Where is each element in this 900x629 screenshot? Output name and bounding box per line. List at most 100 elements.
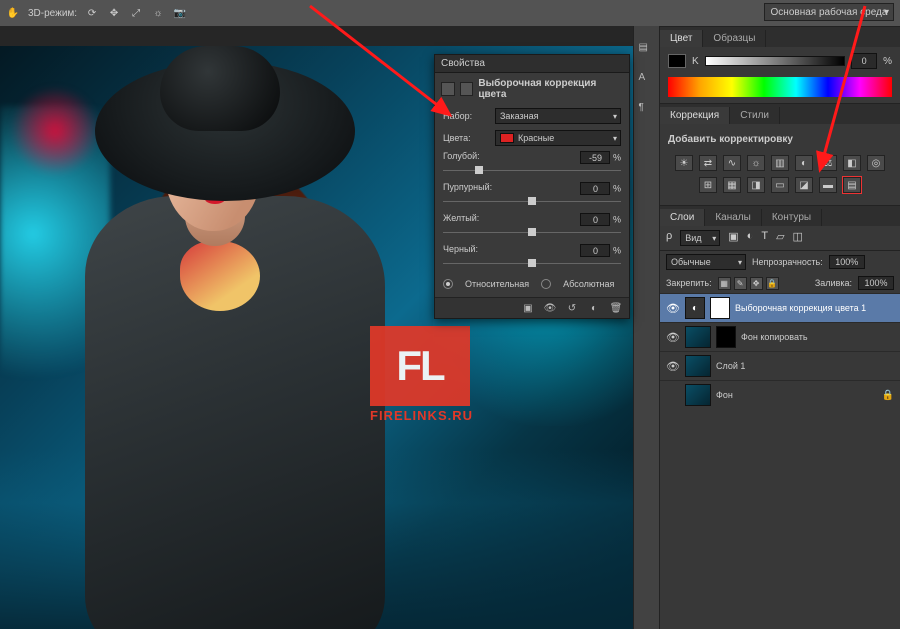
tab-swatches[interactable]: Образцы (703, 30, 766, 47)
filter-shape-icon[interactable]: ▱ (776, 230, 784, 246)
camera-icon[interactable]: 📷 (173, 6, 187, 20)
layer-name[interactable]: Фон копировать (741, 332, 894, 342)
visibility-icon[interactable]: 👁 (666, 360, 680, 373)
tab-color[interactable]: Цвет (660, 30, 703, 47)
colors-dropdown[interactable]: Красные▾ (495, 130, 621, 146)
exposure-icon[interactable]: ☼ (747, 155, 765, 171)
workspace-dropdown[interactable]: Основная рабочая среда ▾ (764, 3, 894, 21)
add-adjustment-label: Добавить корректировку (668, 130, 892, 149)
tab-styles[interactable]: Стили (730, 107, 780, 124)
paragraph-icon[interactable]: ¶ (639, 102, 655, 118)
tab-adjustments[interactable]: Коррекция (660, 107, 730, 124)
filter-kind-label: ρ (666, 230, 672, 246)
filter-type-icon[interactable]: T (761, 230, 768, 246)
magenta-label: Пурпурный: (443, 182, 492, 195)
layer-name[interactable]: Выборочная коррекция цвета 1 (735, 303, 894, 313)
layer-name[interactable]: Слой 1 (716, 361, 894, 371)
gradient-map-icon[interactable]: ▬ (819, 177, 837, 193)
view-previous-icon[interactable]: 👁 (543, 302, 557, 314)
spectrum-ramp[interactable] (668, 77, 892, 97)
layer-kind-dropdown[interactable]: Вид▾ (680, 230, 720, 246)
chevron-down-icon: ▾ (884, 7, 889, 18)
hand-icon[interactable]: ✋ (6, 6, 20, 20)
levels-icon[interactable]: ⇄ (699, 155, 717, 171)
collapsed-panel-strip: ▤ A ¶ (633, 26, 660, 629)
lock-transparency-icon[interactable]: ▦ (718, 277, 731, 290)
dolly-icon[interactable]: ⤢ (129, 6, 143, 20)
black-value[interactable]: 0 (580, 244, 610, 257)
black-slider[interactable] (443, 259, 621, 269)
layer-row[interactable]: 👁 ◐ Выборочная коррекция цвета 1 (660, 293, 900, 322)
yellow-slider[interactable] (443, 228, 621, 238)
k-slider[interactable] (705, 56, 845, 66)
absolute-radio[interactable] (541, 279, 551, 289)
invert-icon[interactable]: ◨ (747, 177, 765, 193)
cyan-slider[interactable] (443, 166, 621, 176)
cyan-value[interactable]: -59 (580, 151, 610, 164)
visibility-icon[interactable]: 👁 (666, 331, 680, 344)
lock-all-icon[interactable]: 🔒 (766, 277, 779, 290)
relative-radio[interactable] (443, 279, 453, 289)
color-panel: Цвет Образцы K 0 % (660, 26, 900, 103)
photo-filter-icon[interactable]: ◎ (867, 155, 885, 171)
layer-row[interactable]: 👁 Фон копировать (660, 322, 900, 351)
cyan-slider-row: Голубой:-59 % (435, 149, 629, 180)
lookup-icon[interactable]: ▦ (723, 177, 741, 193)
k-value[interactable]: 0 (851, 53, 877, 69)
visibility-icon[interactable]: 👁 (666, 302, 680, 315)
light-icon[interactable]: ☼ (151, 6, 165, 20)
character-icon[interactable]: A (639, 72, 655, 88)
channel-k-label: K (692, 56, 699, 67)
toggle-visibility-icon[interactable]: ◐ (587, 302, 601, 314)
brightness-icon[interactable]: ☀ (675, 155, 693, 171)
selective-color-icon[interactable]: ▤ (843, 177, 861, 193)
watermark-text: FIRELINKS.RU (370, 408, 473, 423)
mask-mode-icon[interactable] (460, 82, 474, 96)
layer-mask-thumb[interactable] (710, 297, 730, 319)
filter-pixel-icon[interactable]: ▣ (728, 230, 738, 246)
vibrance-icon[interactable]: ▥ (771, 155, 789, 171)
foreground-swatch[interactable] (668, 54, 686, 68)
lock-icon: 🔒 (882, 390, 894, 401)
clip-icon[interactable]: ▣ (521, 302, 535, 314)
histogram-icon[interactable]: ▤ (639, 42, 655, 58)
filter-adj-icon[interactable]: ◐ (747, 230, 754, 246)
lock-label: Закрепить: (666, 278, 712, 288)
lock-position-icon[interactable]: ✥ (750, 277, 763, 290)
preset-dropdown[interactable]: Заказная▾ (495, 108, 621, 124)
colorbalance-icon[interactable]: ⚖ (819, 155, 837, 171)
tab-paths[interactable]: Контуры (762, 209, 822, 226)
layer-name[interactable]: Фон (716, 390, 877, 400)
magenta-slider[interactable] (443, 197, 621, 207)
yellow-value[interactable]: 0 (580, 213, 610, 226)
fill-value[interactable]: 100% (858, 276, 894, 290)
opacity-value[interactable]: 100% (829, 255, 865, 269)
trash-icon[interactable]: 🗑 (609, 302, 623, 314)
properties-title[interactable]: Свойства (435, 55, 629, 73)
workspace-label: Основная рабочая среда (771, 7, 888, 18)
orbit-icon[interactable]: ⟳ (85, 6, 99, 20)
layer-mask-thumb[interactable] (716, 326, 736, 348)
adjustments-panel: Коррекция Стили Добавить корректировку ☀… (660, 103, 900, 205)
opacity-label: Непрозрачность: (752, 257, 823, 267)
bw-icon[interactable]: ◧ (843, 155, 861, 171)
layer-thumb (685, 384, 711, 406)
filter-smart-icon[interactable]: ◫ (793, 230, 803, 246)
right-panel-dock: Цвет Образцы K 0 % Коррекция Стили Добав… (660, 26, 900, 629)
channel-mixer-icon[interactable]: ⊞ (699, 177, 717, 193)
magenta-value[interactable]: 0 (580, 182, 610, 195)
layer-thumb (685, 326, 711, 348)
layer-row[interactable]: 👁 Слой 1 (660, 351, 900, 380)
posterize-icon[interactable]: ▭ (771, 177, 789, 193)
threshold-icon[interactable]: ◪ (795, 177, 813, 193)
tab-channels[interactable]: Каналы (705, 209, 762, 226)
reset-icon[interactable]: ↺ (565, 302, 579, 314)
lock-pixels-icon[interactable]: ✎ (734, 277, 747, 290)
tab-layers[interactable]: Слои (660, 209, 705, 226)
relative-label: Относительная (465, 279, 529, 289)
pan-icon[interactable]: ✥ (107, 6, 121, 20)
curves-icon[interactable]: ∿ (723, 155, 741, 171)
hue-icon[interactable]: ◐ (795, 155, 813, 171)
blend-mode-dropdown[interactable]: Обычные▾ (666, 254, 746, 270)
layer-row[interactable]: Фон 🔒 (660, 380, 900, 409)
